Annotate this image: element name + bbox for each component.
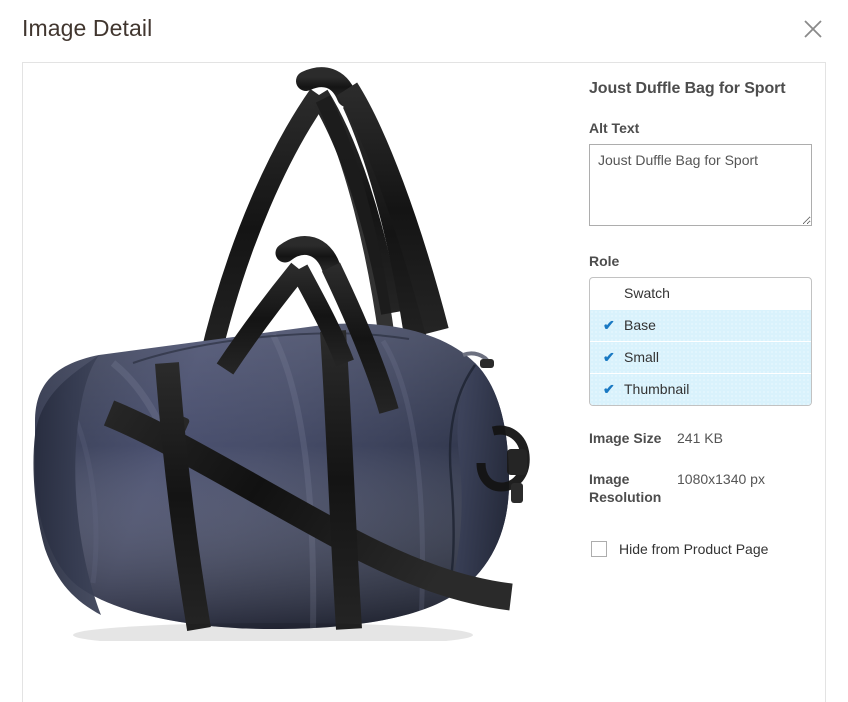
- product-title: Joust Duffle Bag for Sport: [589, 80, 786, 97]
- role-option-label: Small: [624, 349, 660, 365]
- check-icon: ✔: [603, 349, 615, 365]
- alt-text-input[interactable]: [589, 144, 812, 226]
- image-resolution-row: Image Resolution 1080x1340 px: [589, 470, 814, 506]
- hide-from-product-page-row[interactable]: Hide from Product Page: [589, 540, 814, 558]
- image-resolution-label: Image Resolution: [589, 471, 662, 505]
- role-option-label: Base: [624, 317, 656, 333]
- image-resolution-value: 1080x1340 px: [677, 471, 765, 487]
- image-size-value: 241 KB: [677, 430, 723, 446]
- alt-text-label: Alt Text: [589, 120, 640, 136]
- role-label: Role: [589, 253, 620, 269]
- image-size-label: Image Size: [589, 430, 662, 446]
- image-detail-content: Joust Duffle Bag for Sport Alt Text Role…: [22, 62, 826, 702]
- modal-header: Image Detail: [0, 0, 848, 62]
- page-title: Image Detail: [22, 15, 153, 41]
- check-icon: ✔: [603, 381, 615, 397]
- hide-from-product-page-checkbox[interactable]: [591, 541, 607, 557]
- joust-duffle-bag-product-photo: [23, 63, 563, 641]
- role-multiselect[interactable]: ✔ Swatch ✔ Base ✔ Small ✔ Thumbnail: [589, 277, 812, 406]
- role-option-label: Swatch: [624, 285, 670, 301]
- hide-from-product-page-label[interactable]: Hide from Product Page: [619, 540, 768, 558]
- close-button[interactable]: [794, 10, 832, 48]
- check-icon: ✔: [603, 317, 615, 333]
- image-detail-pane: Joust Duffle Bag for Sport Alt Text Role…: [589, 79, 814, 558]
- role-option-base[interactable]: ✔ Base: [590, 309, 811, 341]
- image-size-row: Image Size 241 KB: [589, 429, 814, 447]
- close-icon: [794, 18, 832, 40]
- role-option-swatch[interactable]: ✔ Swatch: [590, 278, 811, 309]
- role-option-label: Thumbnail: [624, 381, 690, 397]
- role-option-small[interactable]: ✔ Small: [590, 341, 811, 373]
- image-preview-pane: [23, 63, 563, 641]
- role-option-thumbnail[interactable]: ✔ Thumbnail: [590, 373, 811, 405]
